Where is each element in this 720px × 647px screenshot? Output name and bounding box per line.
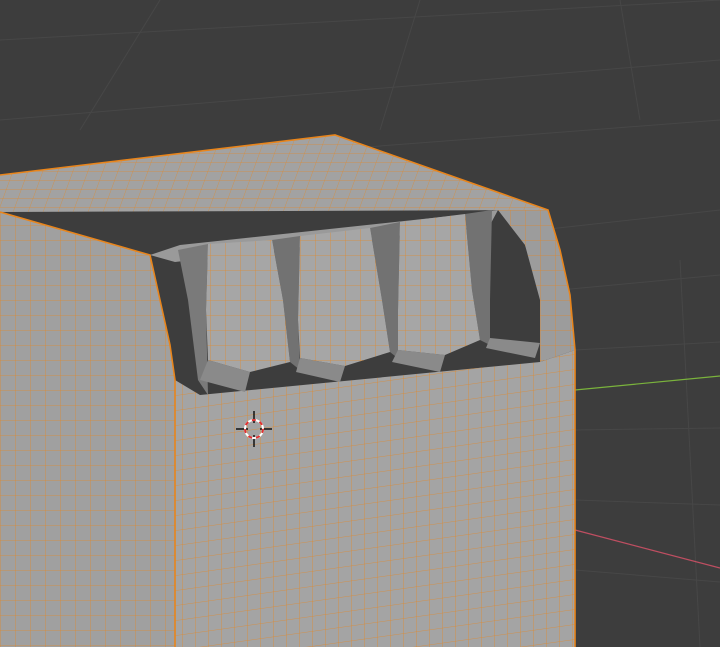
3d-viewport[interactable]: [0, 0, 720, 647]
mesh-teeth[interactable]: [206, 214, 480, 372]
x-axis-line: [574, 529, 720, 569]
y-axis-line: [574, 375, 720, 391]
viewport-canvas[interactable]: [0, 0, 720, 647]
mesh-object[interactable]: [0, 134, 576, 647]
